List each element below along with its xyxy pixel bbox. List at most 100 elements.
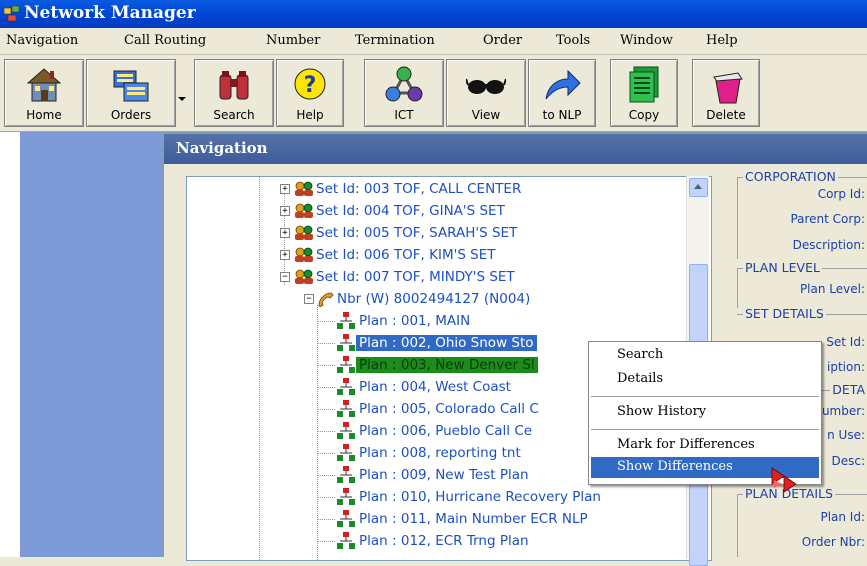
tree-connector [317,321,335,322]
to-nlp-button[interactable]: to NLP [528,59,596,127]
tree-connector [317,343,335,344]
copy-button[interactable]: Copy [610,59,678,127]
ict-button[interactable]: ICT [364,59,444,127]
desc-label: Desc: [831,454,865,468]
tree-connector [317,431,335,432]
corp-id-label: Corp Id: [817,187,865,201]
menu-help[interactable]: Help [706,33,738,48]
delete-button[interactable]: Delete [692,59,760,127]
view-label: View [471,108,501,122]
tree-item-label: Plan : 005, Colorado Call C [359,401,539,417]
search-label: Search [213,108,255,122]
tree-connector [317,497,335,498]
number-label: umber: [821,404,865,418]
menu-tools[interactable]: Tools [556,33,590,48]
context-details[interactable]: Details [617,371,663,386]
search-button[interactable]: Search [194,59,274,127]
group-title: CORPORATION [743,169,838,184]
home-button[interactable]: Home [4,59,84,127]
tree-item-label: Plan : 001, MAIN [359,313,471,329]
group-border [737,494,738,557]
tree-item-set[interactable]: + Set Id: 004 TOF, GINA'S SET [279,201,639,221]
group-set-details: SET DETAILS [737,306,867,321]
collapse-icon[interactable]: − [304,294,314,304]
plan-tree-icon [337,378,355,395]
navigation-title-bar: Navigation [164,134,867,164]
orders-button[interactable]: Orders [86,59,176,127]
tree-item-set[interactable]: + Set Id: 005 TOF, SARAH'S SET [279,223,639,243]
parent-corp-label: Parent Corp: [790,212,865,226]
context-mark-for-differences[interactable]: Mark for Differences [617,437,755,452]
menu-separator [591,429,819,430]
tree-item-label-marked: Plan : 003, New Denver Sl [356,357,538,373]
tree-item-plan[interactable]: Plan : 001, MAIN [317,311,697,331]
menu-navigation[interactable]: Navigation [6,33,78,48]
plan-tree-icon [337,532,355,549]
users-icon [295,225,313,240]
context-search[interactable]: Search [617,347,663,362]
group-title: SET DETAILS [743,306,826,321]
users-icon [295,181,313,196]
group-corporation: CORPORATION [737,169,867,184]
context-menu: Search Details Show History Mark for Dif… [588,341,822,485]
view-button[interactable]: View [446,59,526,127]
tree-item-plan[interactable]: Plan : 010, Hurricane Recovery Plan [317,487,697,507]
context-show-differences[interactable]: Show Differences [617,459,733,474]
house-icon [26,68,62,102]
tree-item-label: Plan : 006, Pueblo Call Ce [359,423,533,439]
users-icon [295,269,313,284]
tree-connector [317,453,335,454]
tree-item-set[interactable]: − Set Id: 007 TOF, MINDY'S SET [279,267,639,287]
context-show-history[interactable]: Show History [617,404,706,419]
expand-icon[interactable]: + [280,206,290,216]
expand-icon[interactable]: + [280,250,290,260]
tree-connector [317,475,335,476]
tree-item-label-selected: Plan : 002, Ohio Snow Sto [356,335,537,351]
menu-call-routing[interactable]: Call Routing [124,33,206,48]
orders-label: Orders [110,108,152,122]
collapse-icon[interactable]: − [280,272,290,282]
users-icon [295,247,313,262]
tree-item-label: Set Id: 005 TOF, SARAH'S SET [316,225,518,241]
copy-icon [629,66,659,103]
tree-item-label: Plan : 009, New Test Plan [359,467,529,483]
group-plan-details: PLAN DETAILS [737,486,867,501]
window-title: Network Manager [24,3,196,23]
plan-tree-icon [337,466,355,483]
tree-item-plan[interactable]: Plan : 011, Main Number ECR NLP [317,509,697,529]
users-icon [295,203,313,218]
menu-termination[interactable]: Termination [355,33,435,48]
tree-connector [317,387,335,388]
tree-item-number[interactable]: − Nbr (W) 8002494127 (N004) [303,289,663,309]
delete-label: Delete [706,108,746,122]
tree-item-label: Set Id: 007 TOF, MINDY'S SET [316,269,515,285]
orders-dropdown-arrow-icon[interactable] [178,97,186,101]
plan-tree-icon [337,422,355,439]
tree-connector [317,519,335,520]
toolbar: Home Orders Search ? Help ICT View to NL… [0,55,867,132]
description-label-2: iption: [827,360,865,374]
menu-number[interactable]: Number [266,33,320,48]
plan-tree-icon [337,312,355,329]
tree-item-set[interactable]: + Set Id: 006 TOF, KIM'S SET [279,245,639,265]
plan-use-label: n Use: [827,428,865,442]
help-icon: ? [294,68,326,100]
plan-id-label: Plan Id: [820,510,865,524]
tree-item-plan[interactable]: Plan : 012, ECR Trng Plan [317,531,697,551]
expand-icon[interactable]: + [280,184,290,194]
left-edge [0,132,20,557]
tree-item-label: Plan : 012, ECR Trng Plan [359,533,529,549]
help-button[interactable]: ? Help [276,59,344,127]
scroll-up-icon[interactable] [689,178,708,197]
tree-item-set[interactable]: + Set Id: 003 TOF, CALL CENTER [279,179,639,199]
menu-bar: Navigation Call Routing Number Terminati… [0,28,867,55]
expand-icon[interactable]: + [280,228,290,238]
tree-item-label: Nbr (W) 8002494127 (N004) [337,291,531,307]
description-label: Description: [792,238,865,252]
tree-guide [259,177,260,560]
tree-item-label: Plan : 011, Main Number ECR NLP [359,511,588,527]
plan-tree-icon [337,356,355,373]
molecule-icon [385,66,423,102]
menu-window[interactable]: Window [620,33,673,48]
menu-order[interactable]: Order [483,33,522,48]
